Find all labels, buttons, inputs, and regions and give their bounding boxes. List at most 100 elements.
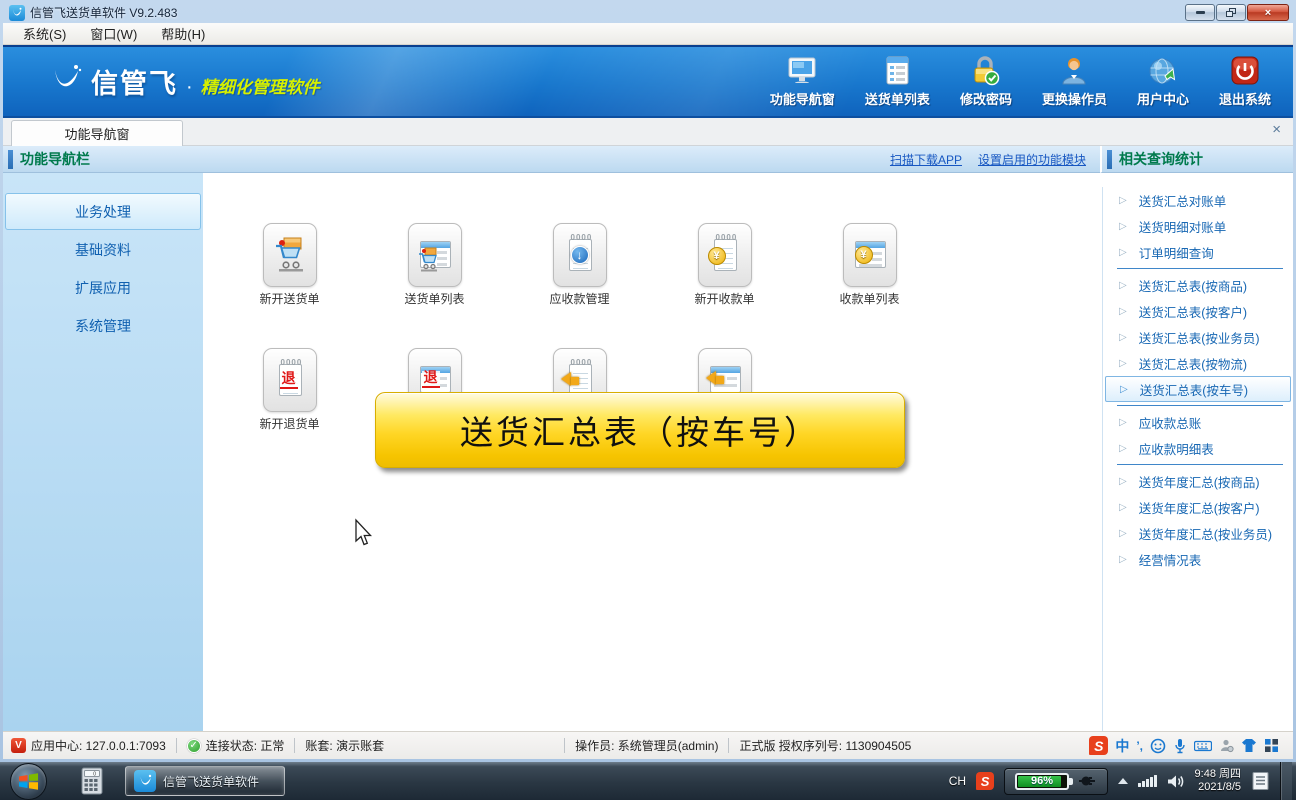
toolbar-user-center-button[interactable]: 用户中心 — [1137, 56, 1189, 108]
minimize-button[interactable] — [1185, 4, 1215, 21]
divider — [728, 738, 729, 753]
accent-bar — [1107, 150, 1112, 169]
tile-label: 新开收款单 — [694, 290, 754, 307]
toolbox-grid-icon[interactable] — [1264, 738, 1279, 753]
query-item[interactable]: ▷经营情况表 — [1103, 546, 1293, 572]
sidebar-item-business[interactable]: 业务处理 — [5, 193, 201, 230]
user-settings-icon[interactable] — [1219, 738, 1234, 753]
arrow-icon: ▷ — [1119, 247, 1127, 258]
nav-title: 功能导航栏 — [20, 149, 90, 169]
menu-system[interactable]: 系统(S) — [13, 22, 76, 45]
status-bar: V应用中心: 127.0.0.1:7093 ✓连接状态: 正常 账套: 演示账套… — [3, 731, 1293, 759]
close-button[interactable]: × — [1247, 4, 1289, 21]
tab-close-icon[interactable]: × — [1272, 122, 1281, 137]
sogou-icon[interactable]: S — [1089, 736, 1108, 755]
menu-window[interactable]: 窗口(W) — [80, 22, 147, 45]
arrow-icon: ▷ — [1119, 280, 1127, 291]
tab-nav-window[interactable]: 功能导航窗 — [11, 120, 183, 146]
app-logo-icon — [134, 770, 156, 792]
query-item[interactable]: ▷应收款总账 — [1103, 409, 1293, 435]
status-operator: 操作员: 系统管理员(admin) — [575, 737, 718, 754]
brand-slogan: 精细化管理软件 — [201, 73, 320, 98]
calculator-icon[interactable]: 0 — [75, 766, 109, 796]
arrow-icon: ▷ — [1119, 332, 1127, 343]
network-signal-icon[interactable] — [1138, 775, 1157, 787]
query-item[interactable]: ▷送货汇总表(按商品) — [1103, 272, 1293, 298]
ime-chinese-icon[interactable]: 中 — [1115, 736, 1129, 756]
divider — [176, 738, 177, 753]
restore-button[interactable] — [1216, 4, 1246, 21]
link-module-settings[interactable]: 设置启用的功能模块 — [978, 151, 1086, 168]
ime-toolbar: S 中 ’, — [1089, 736, 1285, 756]
keyboard-icon[interactable] — [1194, 739, 1212, 753]
lock-check-icon — [970, 56, 1002, 86]
arrow-icon: ▷ — [1119, 417, 1127, 428]
arrow-icon: ▷ — [1119, 554, 1127, 565]
tile-new-return-order[interactable]: 0000 退 新开退货单 — [217, 348, 362, 432]
window-title: 信管飞送货单软件 V9.2.483 — [30, 4, 177, 21]
query-item[interactable]: ▷送货年度汇总(按商品) — [1103, 468, 1293, 494]
link-download-app[interactable]: 扫描下载APP — [890, 151, 962, 168]
query-item-selected[interactable]: ▷送货汇总表(按车号) — [1105, 376, 1291, 402]
query-item[interactable]: ▷送货年度汇总(按客户) — [1103, 494, 1293, 520]
tile-new-delivery-order[interactable]: 新开送货单 — [217, 223, 362, 307]
arrow-icon: ▷ — [1119, 221, 1127, 232]
language-indicator[interactable]: CH — [949, 774, 966, 788]
show-desktop-button[interactable] — [1280, 762, 1292, 800]
toolbar-switch-operator-button[interactable]: 更换操作员 — [1042, 56, 1107, 108]
query-title: 相关查询统计 — [1119, 149, 1203, 169]
taskbar-app-button[interactable]: 信管飞送货单软件 — [125, 766, 285, 796]
query-item[interactable]: ▷应收款明细表 — [1103, 435, 1293, 461]
query-item[interactable]: ▷送货年度汇总(按业务员) — [1103, 520, 1293, 546]
query-item[interactable]: ▷送货汇总对账单 — [1103, 187, 1293, 213]
toolbar-change-password-button[interactable]: 修改密码 — [960, 56, 1012, 108]
toolbar-exit-button[interactable]: 退出系统 — [1219, 56, 1271, 108]
microphone-icon[interactable] — [1173, 738, 1187, 754]
tile-receivables-management[interactable]: 0000 ↓ 应收款管理 — [507, 223, 652, 307]
notes-icon[interactable] — [1251, 771, 1270, 791]
status-connection: ✓连接状态: 正常 — [187, 737, 285, 754]
notepad-coin-icon: 0000 ¥ — [706, 234, 744, 276]
tile-delivery-order-list[interactable]: 送货单列表 — [362, 223, 507, 307]
sidebar-item-system[interactable]: 系统管理 — [5, 307, 201, 344]
tray-expand-icon[interactable] — [1118, 778, 1128, 784]
query-item[interactable]: ▷送货明细对账单 — [1103, 213, 1293, 239]
arrow-icon: ▷ — [1119, 306, 1127, 317]
battery-indicator[interactable]: 96% — [1004, 768, 1108, 795]
brand: 信管飞 · 精细化管理软件 — [49, 62, 320, 101]
divider — [294, 738, 295, 753]
monitor-icon — [786, 56, 818, 86]
toolbar-nav-window-button[interactable]: 功能导航窗 — [770, 56, 835, 108]
tile-label: 送货单列表 — [404, 290, 464, 307]
system-tray: CH S 96% 9:48 周四 2021/8/5 — [949, 762, 1296, 800]
skin-icon[interactable] — [1241, 738, 1257, 753]
tile-receipt-list[interactable]: ¥ 收款单列表 — [797, 223, 942, 307]
query-item[interactable]: ▷订单明细查询 — [1103, 239, 1293, 265]
query-item[interactable]: ▷送货汇总表(按客户) — [1103, 298, 1293, 324]
svg-text:0: 0 — [93, 772, 96, 778]
title-bar: 信管飞送货单软件 V9.2.483 × — [3, 0, 1293, 23]
divider — [1117, 405, 1283, 406]
emoji-icon[interactable] — [1150, 738, 1166, 754]
toolbar-delivery-list-button[interactable]: 送货单列表 — [865, 56, 930, 108]
globe-icon — [1147, 56, 1179, 86]
notepad-download-icon: 0000 ↓ — [561, 234, 599, 276]
menu-help[interactable]: 帮助(H) — [151, 22, 215, 45]
start-button[interactable] — [10, 763, 47, 800]
sidebar-item-basic-data[interactable]: 基础资料 — [5, 231, 201, 268]
app-logo-icon — [9, 5, 25, 21]
clock-time: 9:48 周四 — [1195, 768, 1241, 781]
clock[interactable]: 9:48 周四 2021/8/5 — [1195, 768, 1241, 794]
volume-icon[interactable] — [1167, 774, 1185, 789]
query-item[interactable]: ▷送货汇总表(按物流) — [1103, 350, 1293, 376]
clock-date: 2021/8/5 — [1195, 781, 1241, 794]
ime-punctuation-icon[interactable]: ’, — [1136, 739, 1143, 753]
sidebar-item-extensions[interactable]: 扩展应用 — [5, 269, 201, 306]
tab-strip: 功能导航窗 × — [3, 118, 1293, 146]
tile-new-receipt[interactable]: 0000 ¥ 新开收款单 — [652, 223, 797, 307]
divider — [1117, 268, 1283, 269]
sogou-tray-icon[interactable]: S — [976, 772, 994, 790]
tile-label: 收款单列表 — [839, 290, 899, 307]
query-item[interactable]: ▷送货汇总表(按业务员) — [1103, 324, 1293, 350]
restore-icon — [1226, 8, 1237, 18]
